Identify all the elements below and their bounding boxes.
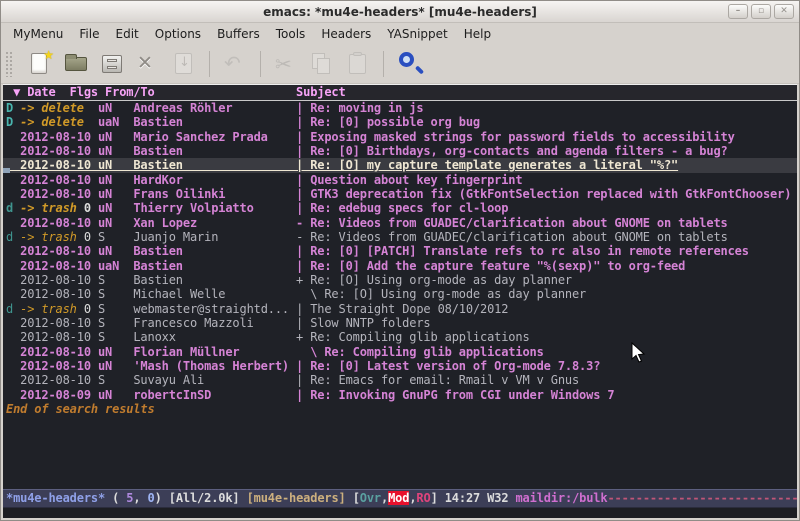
- message-row[interactable]: 2012-08-10 S Lanoxx + Re: Compiling glib…: [3, 330, 797, 344]
- modeline-segment-plain: [: [346, 491, 360, 505]
- message-row[interactable]: 2012-08-10 uN Florian Müllner \ Re: Comp…: [3, 345, 797, 359]
- search-icon[interactable]: [394, 49, 424, 79]
- message-list: D -> delete uN Andreas Röhler | Re: movi…: [3, 101, 797, 402]
- message-row[interactable]: 2012-08-10 uaN Bastien | Re: [0] Add the…: [3, 259, 797, 273]
- minimize-icon: –: [736, 7, 741, 16]
- message-row[interactable]: 2012-08-10 S Francesco Mazzoli | Slow NN…: [3, 316, 797, 330]
- minimize-button[interactable]: –: [728, 4, 748, 19]
- cut-icon: ✂: [271, 49, 301, 79]
- modeline-segment-path: maildir:/bulk: [515, 491, 607, 505]
- mu4e-headers-buffer[interactable]: ▼ Date Flgs From/To Subject D -> delete …: [3, 84, 797, 518]
- copy-icon: [307, 49, 337, 79]
- buffer-empty-space: [3, 417, 797, 489]
- message-row[interactable]: 2012-08-10 S Suvayu Ali | Re: Emacs for …: [3, 373, 797, 387]
- menu-item-help[interactable]: Help: [456, 24, 499, 44]
- menu-item-mymenu[interactable]: MyMenu: [5, 24, 71, 44]
- message-row[interactable]: d -> trash 0 S Juanjo Marin - Re: Videos…: [3, 230, 797, 244]
- paste-icon: [343, 49, 373, 79]
- menu-item-tools[interactable]: Tools: [268, 24, 314, 44]
- end-of-results: End of search results: [3, 402, 797, 417]
- message-row[interactable]: 2012-08-09 uN robertcInSD | Re: Invoking…: [3, 388, 797, 402]
- message-row[interactable]: 2012-08-10 uN HardKor | Question about k…: [3, 173, 797, 187]
- modeline-segment-plain: ) [All/2.0k]: [155, 491, 247, 505]
- modeline-segment-plain: (: [105, 491, 126, 505]
- titlebar[interactable]: emacs: *mu4e-headers* [mu4e-headers] – ▫…: [1, 1, 799, 23]
- header-line[interactable]: ▼ Date Flgs From/To Subject: [3, 84, 797, 101]
- message-row[interactable]: D -> delete uN Andreas Röhler | Re: movi…: [3, 101, 797, 115]
- message-row[interactable]: 2012-08-10 uN Xan Lopez - Re: Videos fro…: [3, 216, 797, 230]
- modeline-segment-plain: ,: [133, 491, 147, 505]
- modeline-segment-num-blue: 0: [148, 491, 155, 505]
- menu-item-yasnippet[interactable]: YASnippet: [379, 24, 456, 44]
- modeline-segment-plain: ]: [431, 491, 445, 505]
- save-icon[interactable]: [97, 49, 127, 79]
- close-button[interactable]: ✕: [774, 4, 794, 19]
- toolbar-grip[interactable]: [5, 51, 14, 77]
- toolbar: ★ ✕↓ ↶ ✂: [1, 45, 799, 84]
- modeline-segment-tan: [mu4e-headers]: [247, 491, 346, 505]
- emacs-window: emacs: *mu4e-headers* [mu4e-headers] – ▫…: [0, 0, 800, 521]
- modeline-segment-dashes: ----------------------------------------: [607, 491, 797, 505]
- modeline-segment-buffer: *mu4e-headers*: [6, 491, 105, 505]
- menu-item-edit[interactable]: Edit: [108, 24, 147, 44]
- echo-area: [3, 508, 797, 518]
- modeline-segment-plain: 14:27 W32: [445, 491, 516, 505]
- mode-line: *mu4e-headers* ( 5, 0) [All/2.0k] [mu4e-…: [3, 489, 797, 508]
- menu-item-file[interactable]: File: [71, 24, 107, 44]
- menu-item-headers[interactable]: Headers: [313, 24, 379, 44]
- new-file-icon[interactable]: ★: [25, 49, 55, 79]
- modeline-segment-teal: Ovr: [360, 491, 381, 505]
- menu-bar: MyMenuFileEditOptionsBuffersToolsHeaders…: [1, 23, 799, 45]
- message-row[interactable]: d -> trash 0 uN Thierry Volpiatto | Re: …: [3, 201, 797, 215]
- save-as-icon: ↓: [169, 49, 199, 79]
- modeline-segment-mod: Mod: [388, 491, 409, 505]
- close-buffer-icon[interactable]: ✕: [133, 49, 163, 79]
- message-row[interactable]: 2012-08-10 S Michael Welle \ Re: [O] Usi…: [3, 287, 797, 301]
- message-row[interactable]: 2012-08-10 uN Bastien | Re: [0] Birthday…: [3, 144, 797, 158]
- message-row[interactable]: 2012-08-10 uN Mario Sanchez Prada | Expo…: [3, 130, 797, 144]
- toolbar-separator: [209, 51, 210, 77]
- toolbar-separator: [260, 51, 261, 77]
- toolbar-separator: [383, 51, 384, 77]
- menu-item-buffers[interactable]: Buffers: [209, 24, 268, 44]
- undo-icon: ↶: [220, 49, 250, 79]
- maximize-icon: ▫: [758, 7, 764, 16]
- message-row[interactable]: D -> delete uaN Bastien | Re: [0] possib…: [3, 115, 797, 129]
- close-icon: ✕: [780, 7, 788, 16]
- mouse-cursor: [631, 342, 646, 364]
- message-row[interactable]: 2012-08-10 uN 'Mash (Thomas Herbert) | R…: [3, 359, 797, 373]
- fringe-indicator: [3, 168, 10, 173]
- open-folder-icon[interactable]: [61, 49, 91, 79]
- message-row[interactable]: 2012-08-10 uN Bastien | Re: [O] my captu…: [3, 158, 797, 172]
- maximize-button[interactable]: ▫: [751, 4, 771, 19]
- message-row[interactable]: 2012-08-10 uN Bastien | Re: [0] [PATCH] …: [3, 244, 797, 258]
- message-row[interactable]: 2012-08-10 uN Frans Oilinki | GTK3 depre…: [3, 187, 797, 201]
- modeline-segment-ro: RO: [416, 491, 430, 505]
- message-row[interactable]: d -> trash 0 S webmaster@straightd... | …: [3, 302, 797, 316]
- menu-item-options[interactable]: Options: [147, 24, 209, 44]
- window-controls: – ▫ ✕: [728, 4, 794, 19]
- message-row[interactable]: 2012-08-10 S Bastien + Re: [O] Using org…: [3, 273, 797, 287]
- window-title: emacs: *mu4e-headers* [mu4e-headers]: [263, 5, 537, 19]
